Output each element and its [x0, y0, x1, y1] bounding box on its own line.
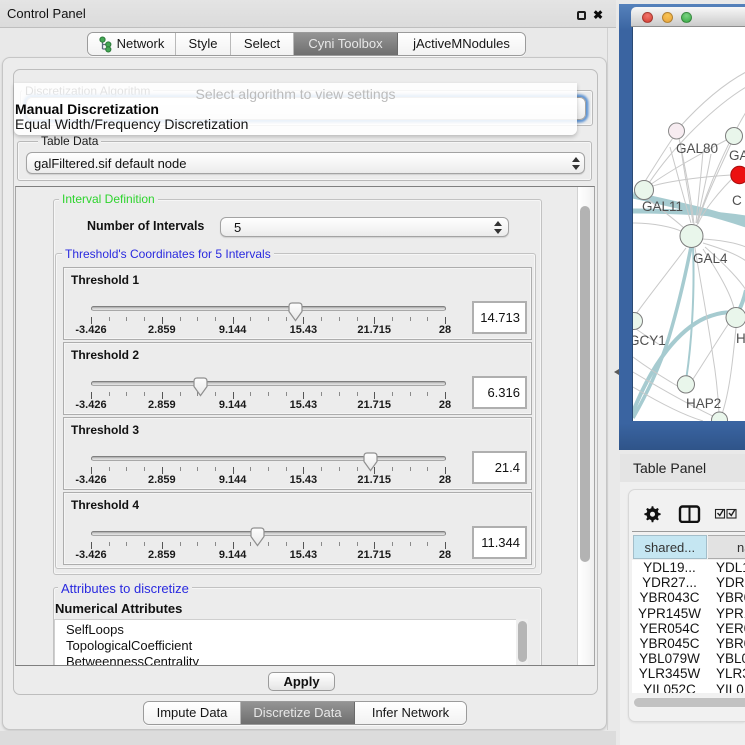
svg-text:HAP2: HAP2	[686, 396, 721, 411]
svg-text:GAL80: GAL80	[676, 141, 718, 156]
svg-text:GAL4: GAL4	[693, 251, 728, 266]
svg-text:GA: GA	[729, 148, 745, 163]
svg-text:GAL11: GAL11	[642, 199, 683, 214]
svg-text:GCY1: GCY1	[633, 333, 666, 348]
svg-text:H: H	[736, 331, 745, 346]
svg-text:C: C	[732, 193, 742, 208]
